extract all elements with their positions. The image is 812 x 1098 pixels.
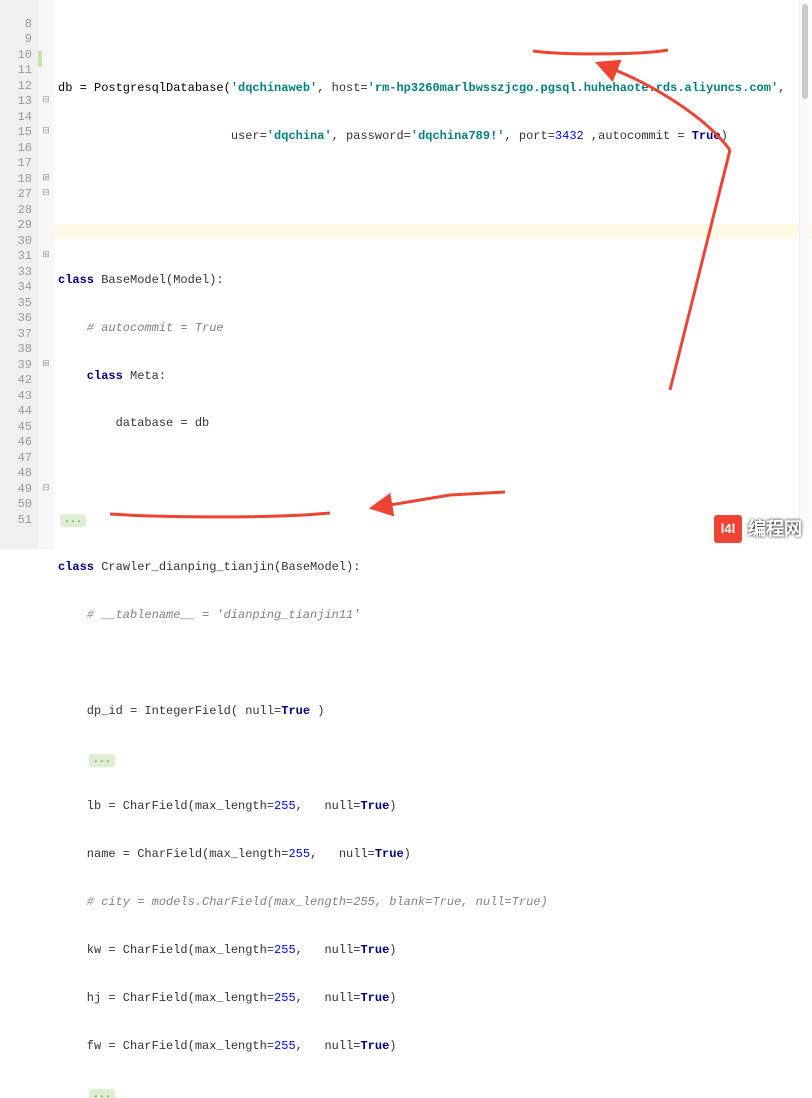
line-number: 49	[0, 481, 32, 497]
fold-gutter-cell[interactable]	[38, 388, 54, 404]
fold-collapse-icon[interactable]	[38, 186, 54, 202]
line-number: 15	[0, 124, 32, 140]
line-number: 34	[0, 279, 32, 295]
line-number: 29	[0, 217, 32, 233]
line-number: 13	[0, 93, 32, 109]
line-number: 12	[0, 78, 32, 94]
fold-gutter-cell[interactable]	[38, 16, 54, 32]
fold-gutter-cell[interactable]	[38, 78, 54, 94]
scrollbar-thumb[interactable]	[802, 4, 808, 99]
fold-gutter-cell[interactable]	[38, 310, 54, 326]
change-marker	[38, 51, 42, 67]
line-number: 51	[0, 512, 32, 528]
fold-ellipsis[interactable]: ...	[60, 514, 86, 527]
fold-gutter-cell[interactable]	[38, 419, 54, 435]
fold-gutter-cell[interactable]	[38, 31, 54, 47]
fold-gutter-cell[interactable]	[38, 372, 54, 388]
fold-collapse-icon[interactable]	[38, 93, 54, 109]
line-number: 28	[0, 202, 32, 218]
line-number: 8	[0, 16, 32, 32]
line-number-gutter: 8910111213141516171827282930313334353637…	[0, 0, 38, 549]
line-number: 45	[0, 419, 32, 435]
line-number: 48	[0, 465, 32, 481]
line-number: 10	[0, 47, 32, 63]
watermark: l4l 编程网	[714, 515, 802, 543]
line-number: 47	[0, 450, 32, 466]
vertical-scrollbar[interactable]	[799, 0, 810, 529]
watermark-text: 编程网	[748, 517, 802, 541]
line-number: 42	[0, 372, 32, 388]
fold-expand-icon[interactable]	[38, 248, 54, 264]
fold-ellipsis[interactable]: ...	[89, 754, 115, 767]
line-number: 27	[0, 186, 32, 202]
fold-gutter-cell[interactable]	[38, 217, 54, 233]
code-editor: 8910111213141516171827282930313334353637…	[0, 0, 812, 549]
fold-column[interactable]	[38, 0, 54, 549]
line-number: 39	[0, 357, 32, 373]
fold-gutter-cell[interactable]	[38, 109, 54, 125]
watermark-logo: l4l	[714, 515, 742, 543]
code-area[interactable]: db = PostgresqlDatabase('dqchinaweb', ho…	[54, 0, 812, 549]
line-number: 11	[0, 62, 32, 78]
fold-gutter-cell[interactable]	[38, 140, 54, 156]
fold-gutter-cell[interactable]	[38, 155, 54, 171]
fold-collapse-icon[interactable]	[38, 124, 54, 140]
fold-gutter-cell[interactable]	[38, 264, 54, 280]
line-number: 14	[0, 109, 32, 125]
fold-gutter-cell[interactable]	[38, 233, 54, 249]
line-number: 38	[0, 341, 32, 357]
fold-gutter-cell[interactable]	[38, 450, 54, 466]
line-number: 33	[0, 264, 32, 280]
fold-collapse-icon[interactable]	[38, 481, 54, 497]
fold-gutter-cell[interactable]	[38, 295, 54, 311]
fold-gutter-cell[interactable]	[38, 527, 54, 543]
fold-gutter-cell[interactable]	[38, 341, 54, 357]
line-number: 17	[0, 155, 32, 171]
fold-gutter-cell[interactable]	[38, 279, 54, 295]
fold-gutter-cell[interactable]	[38, 202, 54, 218]
fold-gutter-cell[interactable]	[38, 326, 54, 342]
line-number: 36	[0, 310, 32, 326]
line-number: 18	[0, 171, 32, 187]
line-number: 16	[0, 140, 32, 156]
line-number: 35	[0, 295, 32, 311]
fold-gutter-cell[interactable]	[38, 403, 54, 419]
line-number: 46	[0, 434, 32, 450]
line-number: 9	[0, 31, 32, 47]
line-number: 44	[0, 403, 32, 419]
fold-expand-icon[interactable]	[38, 357, 54, 373]
fold-gutter-cell[interactable]	[38, 465, 54, 481]
line-number: 37	[0, 326, 32, 342]
fold-expand-icon[interactable]	[38, 171, 54, 187]
line-number: 30	[0, 233, 32, 249]
line-number: 50	[0, 496, 32, 512]
line-number: 31	[0, 248, 32, 264]
fold-gutter-cell[interactable]	[38, 434, 54, 450]
fold-ellipsis[interactable]: ...	[89, 1089, 115, 1098]
line-number: 43	[0, 388, 32, 404]
fold-gutter-cell[interactable]	[38, 496, 54, 512]
fold-gutter-cell[interactable]	[38, 512, 54, 528]
